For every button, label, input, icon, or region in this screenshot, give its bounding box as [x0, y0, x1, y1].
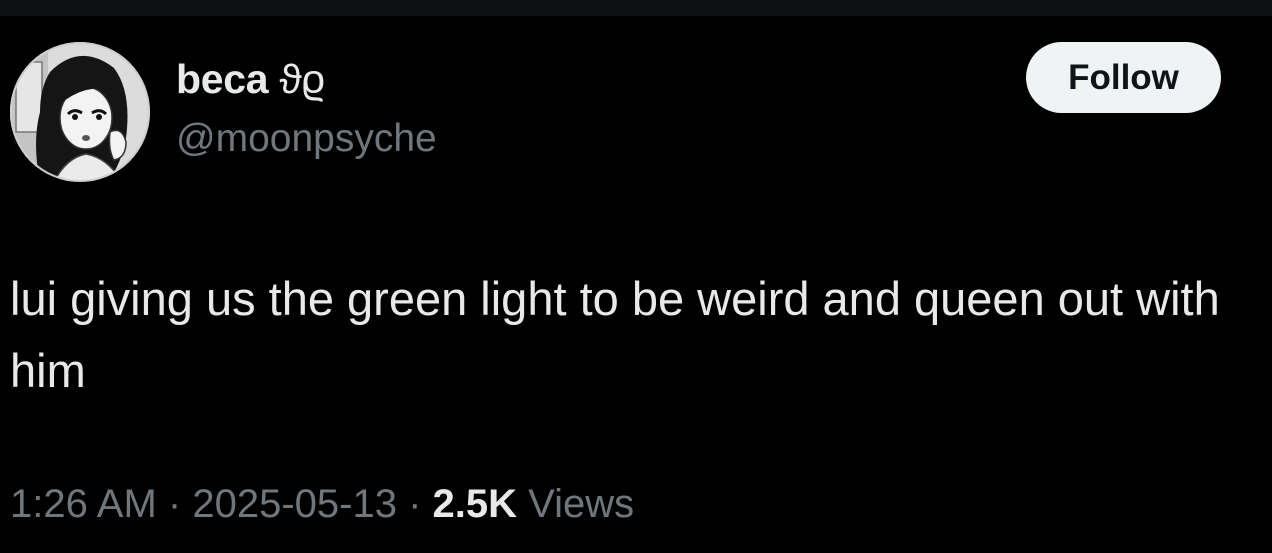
tweet-meta: 1:26 AM · 2025-05-13 · 2.5K Views: [10, 482, 634, 527]
avatar-illustration: [10, 42, 150, 182]
display-name-text: beca: [176, 56, 269, 102]
user-handle[interactable]: @moonpsyche: [176, 117, 437, 161]
follow-button[interactable]: Follow: [1026, 42, 1221, 113]
display-name-glyphs: ϑϱ: [279, 56, 325, 102]
views-count: 2.5K: [432, 482, 518, 526]
top-strip: [0, 0, 1272, 16]
meta-separator-2: ·: [408, 482, 422, 526]
tweet-date[interactable]: 2025-05-13: [192, 482, 397, 526]
tweet-text: lui giving us the green light to be weir…: [10, 272, 1220, 397]
avatar[interactable]: [10, 42, 150, 182]
views-label: Views: [528, 482, 635, 526]
meta-separator: ·: [167, 482, 182, 526]
tweet-card: beca ϑϱ @moonpsyche Follow lui giving us…: [0, 16, 1272, 553]
tweet-time[interactable]: 1:26 AM: [10, 482, 157, 526]
display-name[interactable]: beca ϑϱ: [176, 56, 325, 103]
